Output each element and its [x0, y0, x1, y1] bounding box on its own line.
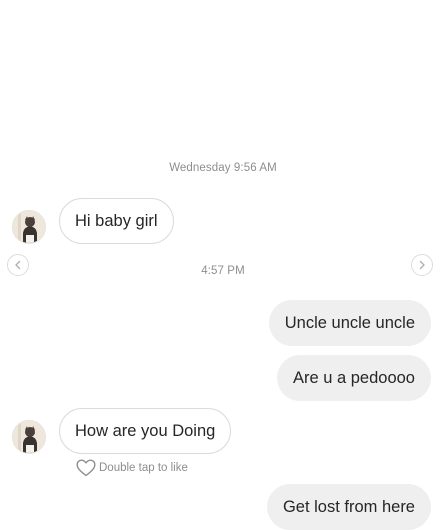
outgoing-message[interactable]: Uncle uncle uncle	[268, 300, 431, 346]
double-tap-like-hint[interactable]: Double tap to like	[76, 459, 188, 477]
incoming-message[interactable]: Hi baby girl	[59, 198, 174, 244]
outgoing-message[interactable]: Are u a pedoooo	[276, 355, 431, 401]
like-hint-label: Double tap to like	[99, 462, 188, 474]
heart-outline-icon	[76, 459, 96, 477]
contact-avatar[interactable]	[12, 210, 46, 244]
timestamp: 4:57 PM	[201, 265, 245, 277]
avatar-photo-icon	[13, 211, 45, 243]
incoming-message[interactable]: How are you Doing	[59, 408, 232, 454]
outgoing-message[interactable]: Get lost from here	[266, 484, 431, 530]
avatar-photo-icon	[13, 421, 45, 453]
timestamp: Wednesday 9:56 AM	[169, 162, 277, 174]
contact-avatar[interactable]	[12, 420, 46, 454]
